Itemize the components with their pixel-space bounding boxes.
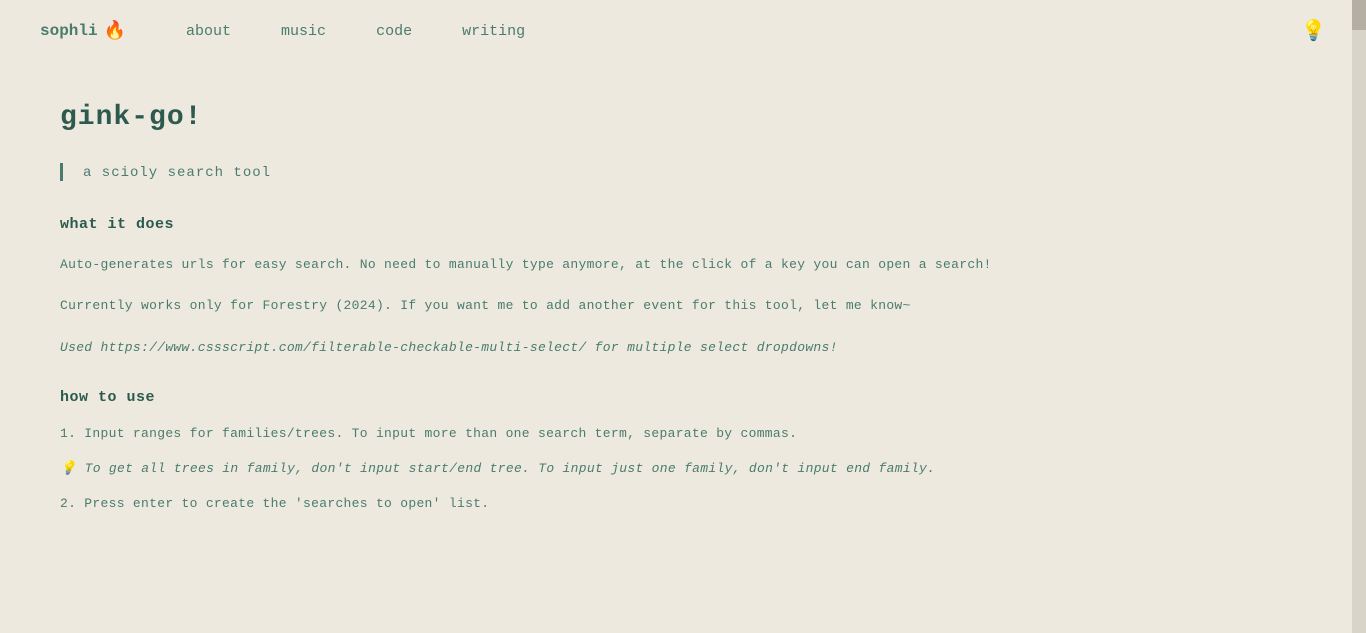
what-it-does-heading: what it does <box>60 216 1140 233</box>
scrollbar-thumb[interactable] <box>1352 0 1366 30</box>
brand-name: sophli <box>40 22 98 40</box>
nav-writing[interactable]: writing <box>462 23 525 40</box>
subtitle-text: a scioly search tool <box>83 165 271 181</box>
flame-icon: 🔥 <box>104 20 126 42</box>
navbar: sophli 🔥 about music code writing 💡 <box>0 0 1366 62</box>
paragraph-1: Auto-generates urls for easy search. No … <box>60 253 1140 276</box>
how-to-use-section: how to use 1. Input ranges for families/… <box>60 389 1140 511</box>
step-2: 2. Press enter to create the 'searches t… <box>60 496 1140 511</box>
paragraph-3: Used https://www.cssscript.com/filterabl… <box>60 336 1140 359</box>
paragraph-2: Currently works only for Forestry (2024)… <box>60 294 1140 317</box>
lightbulb-icon: 💡 <box>1301 21 1326 44</box>
step-1: 1. Input ranges for families/trees. To i… <box>60 426 1140 441</box>
main-content: gink-go! a scioly search tool what it do… <box>0 62 1200 571</box>
page-title: gink-go! <box>60 102 1140 133</box>
subtitle-block: a scioly search tool <box>60 163 1140 181</box>
brand-link[interactable]: sophli 🔥 <box>40 20 126 42</box>
nav-about[interactable]: about <box>186 23 231 40</box>
how-to-use-heading: how to use <box>60 389 1140 406</box>
nav-music[interactable]: music <box>281 23 326 40</box>
theme-toggle[interactable]: 💡 <box>1301 18 1326 44</box>
nav-code[interactable]: code <box>376 23 412 40</box>
what-it-does-section: what it does Auto-generates urls for eas… <box>60 216 1140 359</box>
tip-box: 💡 To get all trees in family, don't inpu… <box>60 461 1140 476</box>
tip-text: 💡 To get all trees in family, don't inpu… <box>60 461 935 476</box>
scrollbar-track[interactable] <box>1352 0 1366 633</box>
nav-links: about music code writing <box>186 22 525 40</box>
